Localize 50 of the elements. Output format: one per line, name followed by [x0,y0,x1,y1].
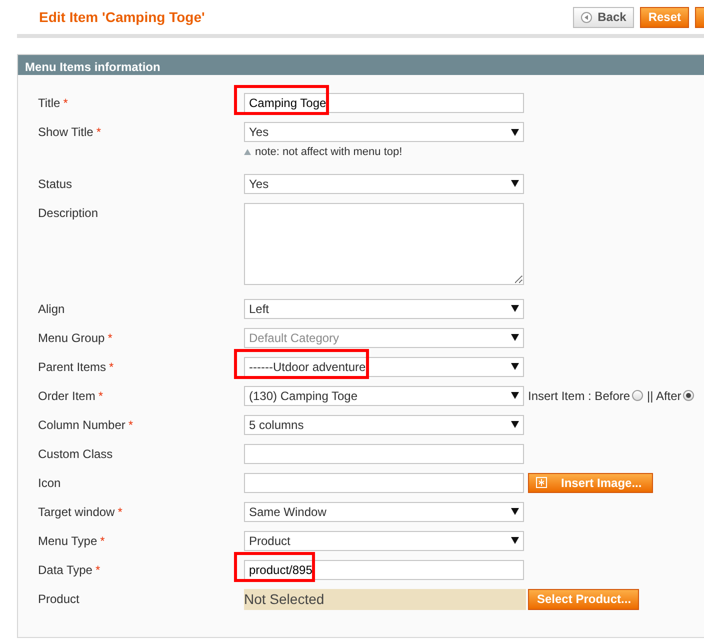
field-label: Order Item * [38,388,104,404]
field-label: Product [38,590,80,608]
field-label: Menu Group * [38,330,114,346]
select-field[interactable]: (130) Camping Toge [244,386,524,406]
selection-status: Not Selected [244,588,526,610]
field-label: Target window * [38,504,124,520]
input-field[interactable] [244,472,524,492]
field-label: Status [38,176,74,192]
section-header: Menu Items information [18,55,704,75]
caret-icon [511,334,519,341]
field-label: Icon [38,474,62,492]
image-icon [536,477,547,488]
field-label: Align [38,300,66,318]
select-field[interactable]: 5 columns [244,414,524,434]
field-label: Title * [38,95,69,112]
page-title: Edit Item 'Camping Toge' [38,8,206,27]
select-field: Default Category [244,328,524,348]
select-field[interactable]: Left [244,298,524,318]
input-field[interactable]: product/895 [244,560,524,580]
select-field[interactable]: Product [244,530,524,550]
select-field[interactable]: ------Utdoor adventure [244,356,524,376]
caret-icon [511,392,519,399]
field-note: note: not affect with menu top! [255,145,402,160]
radio-button[interactable] [632,390,644,401]
radio-label: Insert Item : Before [528,388,630,404]
caret-icon [511,537,519,544]
triangle-icon [244,149,251,156]
caret-icon [511,508,519,515]
input-field[interactable] [244,444,524,464]
field-label: Description [38,204,100,222]
field-label: Parent Items * [38,358,115,376]
select-field[interactable]: Yes [244,174,524,194]
button[interactable] [695,6,704,28]
field-label: Column Number * [38,416,134,434]
radio-button[interactable] [683,390,694,401]
select-field[interactable]: Same Window [244,502,524,522]
field-label: Custom Class [38,446,114,462]
field-label: Show Title * [38,124,102,141]
caret-icon [511,128,519,136]
caret-icon [511,421,519,428]
back-button[interactable]: Back [572,6,634,28]
input-field[interactable]: Camping Toge [244,93,524,113]
caret-icon [511,180,519,187]
text-area[interactable] [244,202,524,284]
caret-icon [511,363,519,370]
radio-label: || After [647,388,682,404]
caret-icon [511,305,519,312]
field-label: Menu Type * [38,532,106,550]
field-label: Data Type * [38,562,102,578]
select-field[interactable]: Yes [244,122,524,142]
